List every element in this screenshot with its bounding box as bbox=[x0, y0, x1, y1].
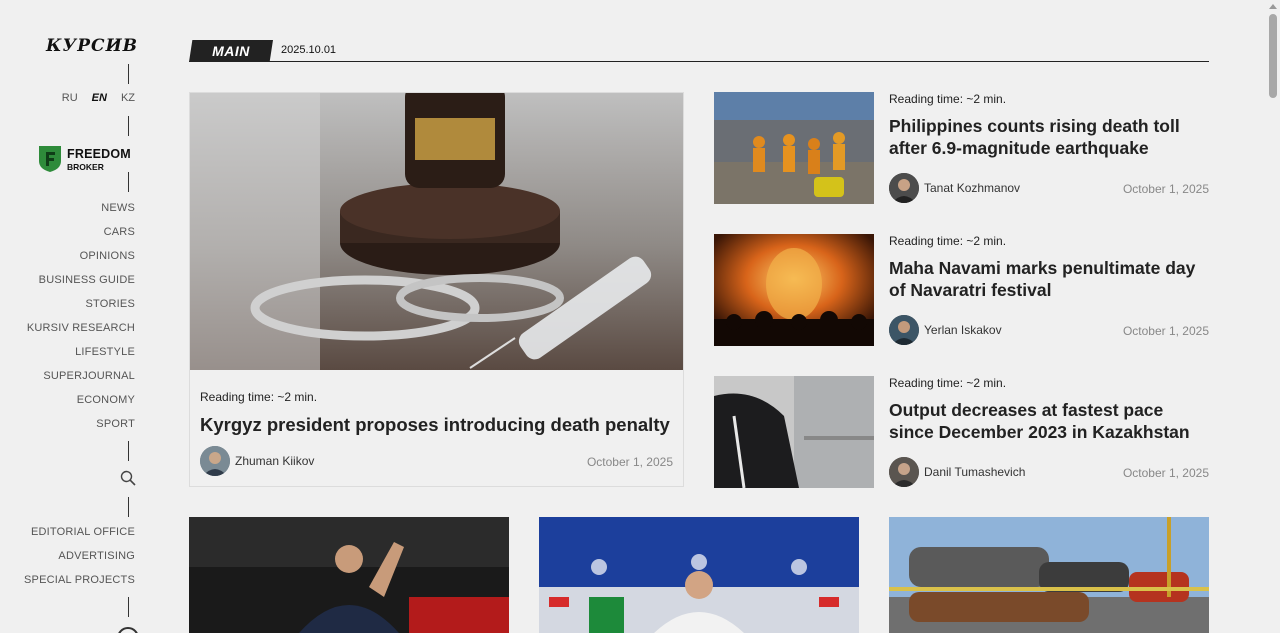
divider bbox=[128, 116, 129, 136]
nav-lifestyle[interactable]: LIFESTYLE bbox=[27, 340, 135, 364]
reading-time: Reading time: ~2 min. bbox=[889, 92, 1007, 106]
tab-main[interactable]: MAIN bbox=[189, 40, 273, 62]
nav-economy[interactable]: ECONOMY bbox=[27, 388, 135, 412]
article-card-image[interactable] bbox=[539, 517, 859, 633]
lang-en[interactable]: EN bbox=[92, 92, 107, 104]
broker-line2: BROKER bbox=[67, 162, 104, 173]
freedom-broker-logo[interactable]: FREEDOM BROKER bbox=[38, 145, 131, 173]
nav-sport[interactable]: SPORT bbox=[27, 412, 135, 436]
scrollbar[interactable] bbox=[1266, 0, 1280, 633]
site-logo[interactable]: КУРСИВ bbox=[46, 36, 138, 56]
reading-time: Reading time: ~2 min. bbox=[200, 390, 318, 404]
avatar bbox=[200, 446, 230, 476]
avatar bbox=[889, 173, 919, 203]
lang-ru[interactable]: RU bbox=[62, 92, 78, 104]
author-name: Danil Tumashevich bbox=[924, 465, 1026, 479]
header-date: 2025.10.01 bbox=[281, 44, 337, 56]
broker-line1: FREEDOM bbox=[67, 147, 131, 162]
nav-business-guide[interactable]: BUSINESS GUIDE bbox=[27, 268, 135, 292]
article-thumbnail[interactable] bbox=[714, 376, 874, 488]
divider bbox=[128, 172, 129, 192]
reading-time: Reading time: ~2 min. bbox=[889, 234, 1007, 248]
author-name: Tanat Kozhmanov bbox=[924, 181, 1021, 195]
search-icon[interactable] bbox=[120, 470, 136, 486]
scroll-thumb[interactable] bbox=[1269, 14, 1277, 98]
reading-time: Reading time: ~2 min. bbox=[889, 376, 1007, 390]
divider bbox=[128, 64, 129, 84]
article-card-image[interactable] bbox=[189, 517, 509, 633]
article-thumbnail[interactable] bbox=[714, 92, 874, 204]
divider bbox=[128, 497, 129, 517]
author[interactable]: Tanat Kozhmanov bbox=[889, 173, 1020, 203]
side-article[interactable]: Reading time: ~2 min. Philippines counts… bbox=[714, 92, 1209, 204]
side-article[interactable]: Reading time: ~2 min. Maha Navami marks … bbox=[714, 234, 1209, 346]
lang-kz[interactable]: KZ bbox=[121, 92, 135, 104]
article-title[interactable]: Output decreases at fastest pace since D… bbox=[889, 399, 1209, 443]
publish-date: October 1, 2025 bbox=[1122, 324, 1209, 338]
theme-toggle-icon[interactable] bbox=[117, 627, 139, 633]
author[interactable]: Danil Tumashevich bbox=[889, 457, 1025, 487]
avatar bbox=[889, 457, 919, 487]
divider bbox=[128, 597, 129, 617]
side-article[interactable]: Reading time: ~2 min. Output decreases a… bbox=[714, 376, 1209, 488]
divider bbox=[128, 441, 129, 461]
author-name: Zhuman Kiikov bbox=[235, 454, 315, 468]
main-nav: NEWS CARS OPINIONS BUSINESS GUIDE STORIE… bbox=[27, 196, 135, 436]
nav-editorial-office[interactable]: EDITORIAL OFFICE bbox=[24, 520, 135, 544]
author[interactable]: Zhuman Kiikov bbox=[200, 446, 314, 476]
author-name: Yerlan Iskakov bbox=[924, 323, 1002, 337]
scroll-up-icon[interactable] bbox=[1269, 4, 1277, 9]
avatar bbox=[889, 315, 919, 345]
nav-cars[interactable]: CARS bbox=[27, 220, 135, 244]
publish-date: October 1, 2025 bbox=[1122, 466, 1209, 480]
nav-stories[interactable]: STORIES bbox=[27, 292, 135, 316]
sidebar: КУРСИВ RU EN KZ FREEDOM BROKER NEWS CARS… bbox=[0, 0, 150, 633]
language-switcher: RU EN KZ bbox=[62, 92, 135, 104]
publish-date: October 1, 2025 bbox=[1122, 182, 1209, 196]
article-card-image[interactable] bbox=[889, 517, 1209, 633]
freedom-shield-icon bbox=[39, 146, 61, 172]
article-thumbnail[interactable] bbox=[714, 234, 874, 346]
nav-advertising[interactable]: ADVERTISING bbox=[24, 544, 135, 568]
featured-article[interactable]: Reading time: ~2 min. Kyrgyz president p… bbox=[189, 92, 684, 487]
section-header: MAIN 2025.10.01 bbox=[189, 40, 1209, 62]
publish-date: October 1, 2025 bbox=[586, 455, 673, 469]
nav-news[interactable]: NEWS bbox=[27, 196, 135, 220]
featured-image[interactable] bbox=[190, 93, 683, 370]
author[interactable]: Yerlan Iskakov bbox=[889, 315, 1002, 345]
nav-superjournal[interactable]: SUPERJOURNAL bbox=[27, 364, 135, 388]
article-title[interactable]: Maha Navami marks penultimate day of Nav… bbox=[889, 257, 1209, 301]
article-title[interactable]: Kyrgyz president proposes introducing de… bbox=[200, 414, 670, 436]
article-title[interactable]: Philippines counts rising death toll aft… bbox=[889, 115, 1209, 159]
nav-kursiv-research[interactable]: KURSIV RESEARCH bbox=[27, 316, 135, 340]
nav-opinions[interactable]: OPINIONS bbox=[27, 244, 135, 268]
nav-special-projects[interactable]: SPECIAL PROJECTS bbox=[24, 568, 135, 592]
footer-nav: EDITORIAL OFFICE ADVERTISING SPECIAL PRO… bbox=[24, 520, 135, 592]
